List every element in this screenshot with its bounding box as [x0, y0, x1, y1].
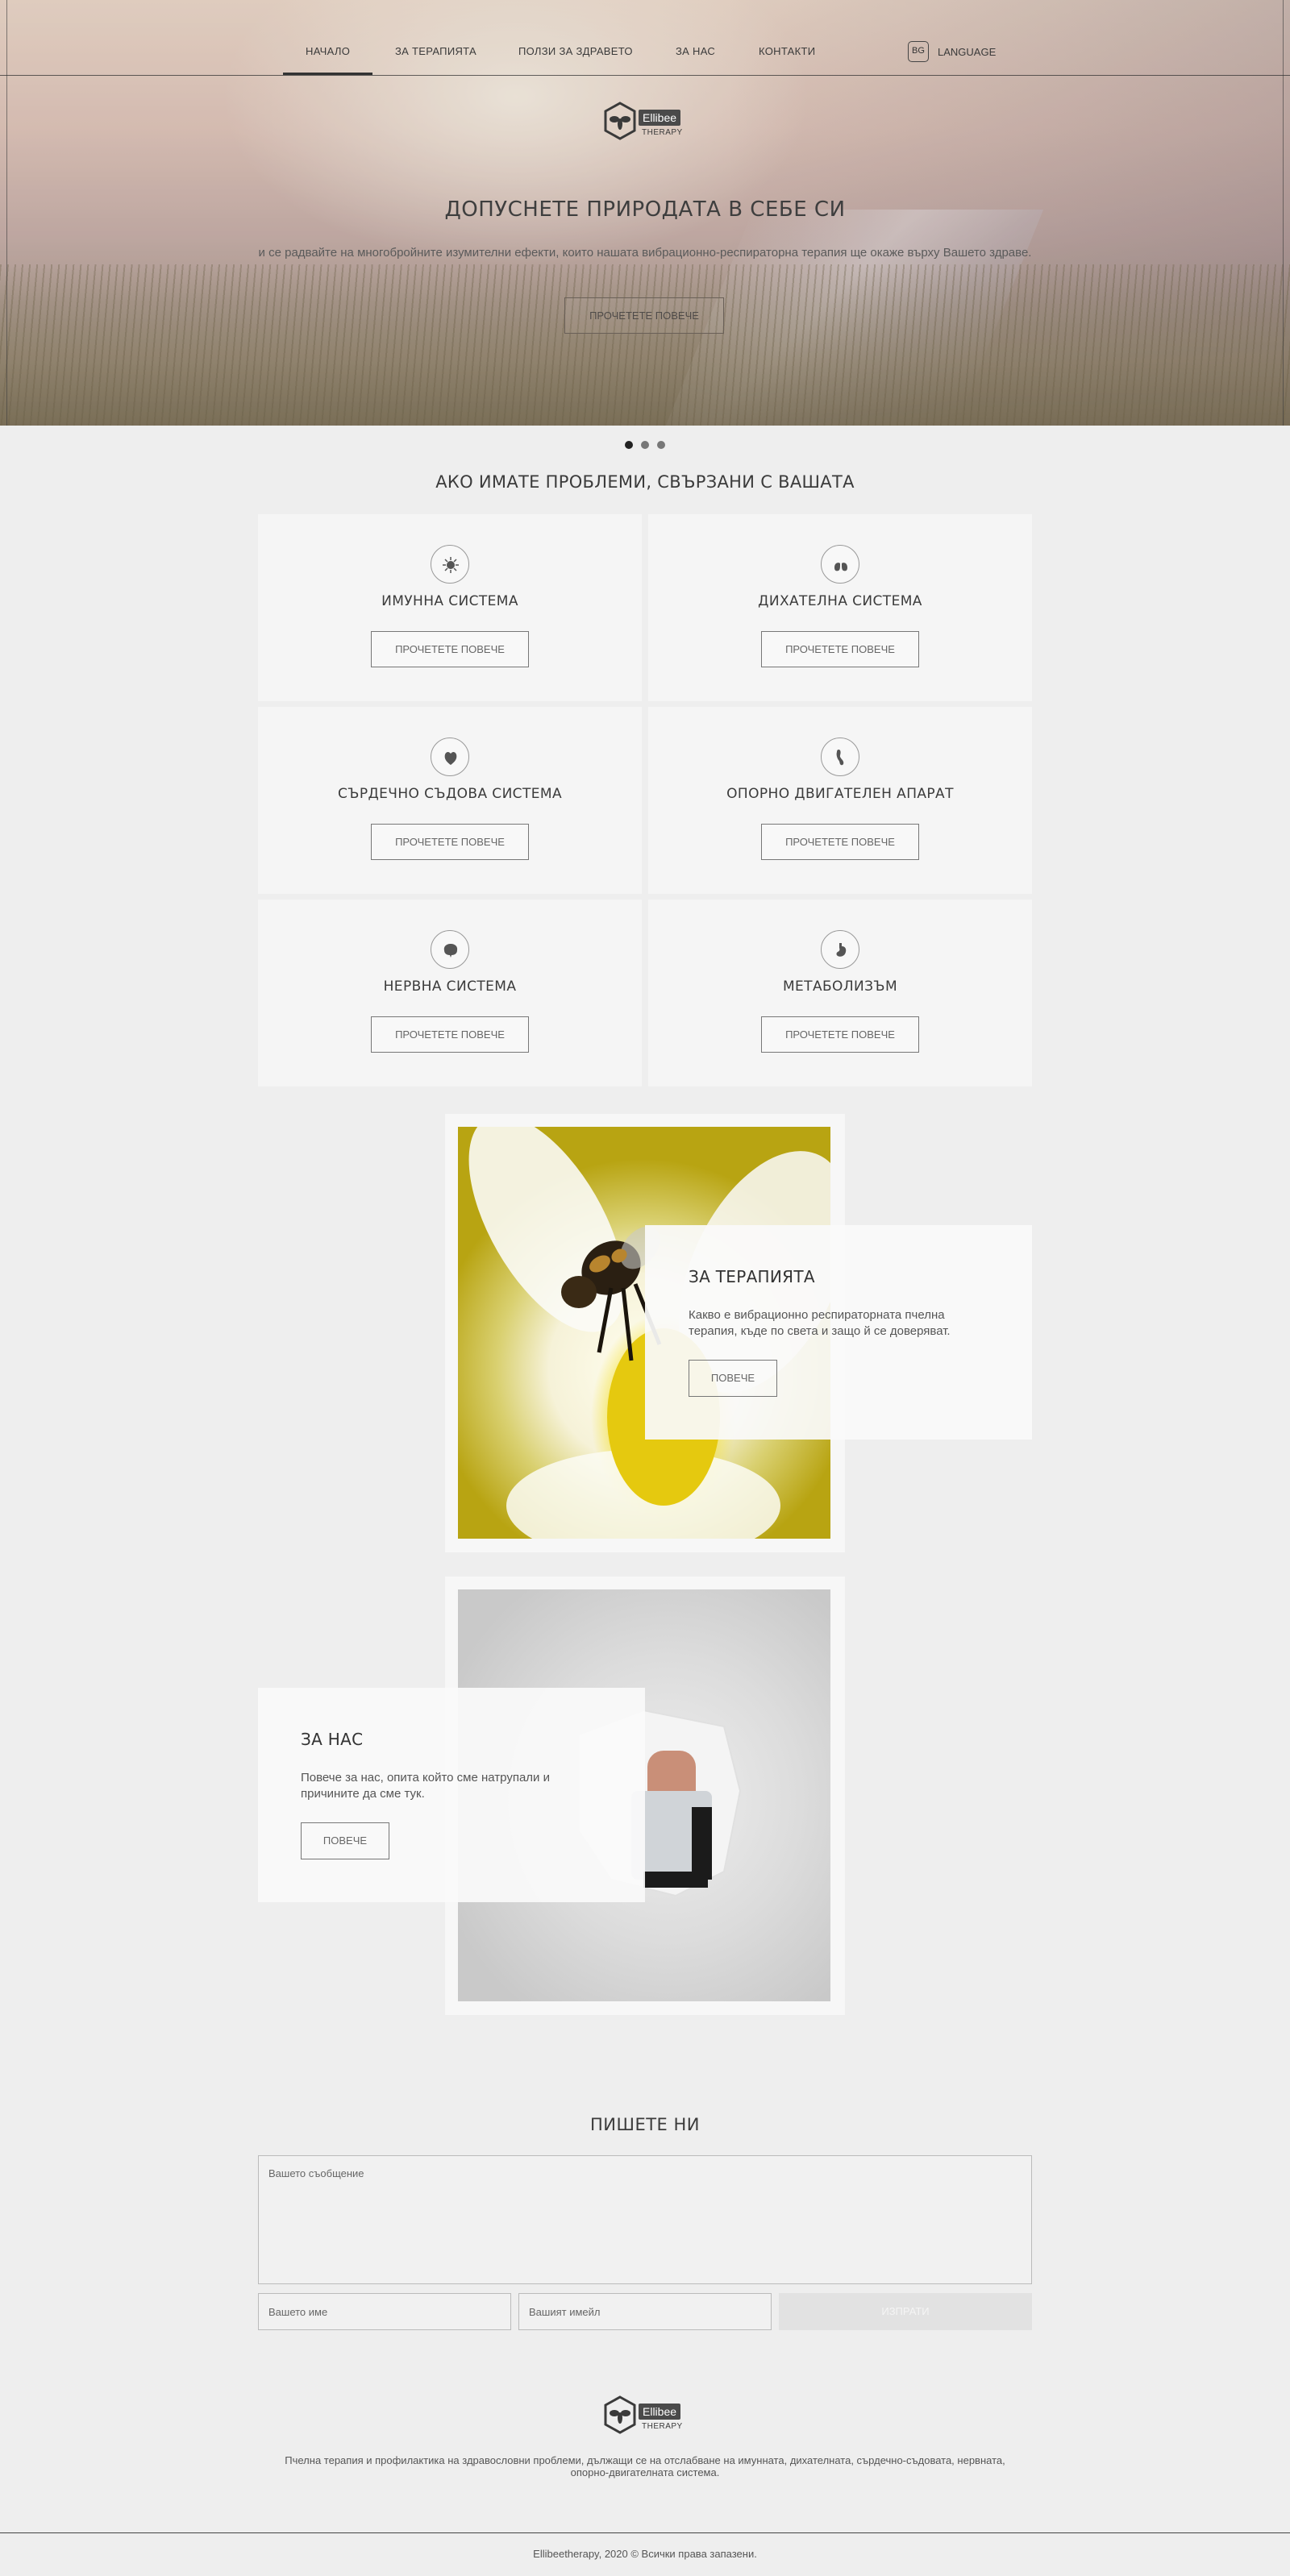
bone-icon: [821, 737, 859, 776]
email-field[interactable]: Вашият имейл: [518, 2293, 772, 2330]
name-field[interactable]: Вашето име: [258, 2293, 511, 2330]
hero-title: ДОПУСНЕТЕ ПРИРОДАТА В СЕБЕ СИ: [444, 197, 846, 222]
slider-dot-1[interactable]: [625, 441, 633, 449]
lungs-icon: [821, 545, 859, 584]
about-info-card: ЗА НАС Повече за нас, опита който сме на…: [258, 1688, 645, 1902]
card-read-more-button[interactable]: ПРОЧЕТЕТЕ ПОВЕЧЕ: [371, 824, 529, 860]
card-read-more-button[interactable]: ПРОЧЕТЕТЕ ПОВЕЧЕ: [371, 631, 529, 667]
therapy-title: ЗА ТЕРАПИЯТА: [689, 1267, 815, 1286]
slider-dot-2[interactable]: [641, 441, 649, 449]
card-title: ОПОРНО ДВИГАТЕЛЕН АПАРАТ: [726, 786, 954, 802]
name-placeholder: Вашето име: [268, 2306, 328, 2318]
card-title: НЕРВНА СИСТЕМА: [383, 978, 517, 995]
footer-description: Пчелна терапия и профилактика на здравос…: [285, 2454, 1005, 2478]
site-logo[interactable]: Ellibee THERAPY: [603, 100, 692, 143]
card-read-more-button[interactable]: ПРОЧЕТЕТЕ ПОВЕЧЕ: [761, 824, 919, 860]
send-button[interactable]: ИЗПРАТИ: [779, 2293, 1032, 2330]
card-read-more-button[interactable]: ПРОЧЕТЕТЕ ПОВЕЧЕ: [371, 1016, 529, 1053]
language-selector[interactable]: LANGUAGE: [938, 46, 996, 58]
card-nervous-system: НЕРВНА СИСТЕМА ПРОЧЕТЕТЕ ПОВЕЧЕ: [258, 900, 642, 1086]
message-textarea[interactable]: Вашето съобщение: [258, 2155, 1032, 2284]
language-badge[interactable]: BG: [908, 41, 929, 62]
problems-section-title: АКО ИМАТЕ ПРОБЛЕМИ, СВЪРЗАНИ С ВАШАТА: [435, 472, 855, 492]
brain-icon: [431, 930, 469, 969]
card-read-more-button[interactable]: ПРОЧЕТЕТЕ ПОВЕЧЕ: [761, 631, 919, 667]
bee-hexagon-icon: [604, 102, 636, 140]
contact-title: ПИШЕТЕ НИ: [590, 2115, 700, 2134]
card-respiratory-system: ДИХАТЕЛНА СИСТЕМА ПРОЧЕТЕТЕ ПОВЕЧЕ: [648, 514, 1032, 701]
bee-hexagon-icon: [604, 2395, 636, 2434]
nav-item-home[interactable]: НАЧАЛО: [282, 45, 373, 75]
about-title: ЗА НАС: [301, 1730, 364, 1749]
copyright-text: Ellibeetherapy, 2020 © Всички права запа…: [533, 2548, 757, 2560]
nav-item-about[interactable]: ЗА НАС: [676, 45, 715, 57]
card-title: ИМУННА СИСТЕМА: [381, 593, 518, 609]
message-placeholder: Вашето съобщение: [268, 2167, 364, 2179]
card-immune-system: ИМУННА СИСТЕМА ПРОЧЕТЕТЕ ПОВЕЧЕ: [258, 514, 642, 701]
logo-subtitle: THERAPY: [642, 2422, 683, 2431]
therapy-text: Какво е вибрационно респираторната пчелн…: [689, 1308, 951, 1338]
card-title: МЕТАБОЛИЗЪМ: [782, 978, 898, 995]
card-metabolism: МЕТАБОЛИЗЪМ ПРОЧЕТЕТЕ ПОВЕЧЕ: [648, 900, 1032, 1086]
about-text: Повече за нас, опита който сме натрупали…: [301, 1771, 550, 1801]
therapy-more-button[interactable]: ПОВЕЧЕ: [689, 1360, 777, 1397]
heart-icon: [431, 737, 469, 776]
about-more-button[interactable]: ПОВЕЧЕ: [301, 1822, 389, 1859]
hero-subtitle: и се радвайте на многобройните изумителн…: [258, 246, 1032, 260]
slider-dot-3[interactable]: [657, 441, 665, 449]
logo-wordmark: Ellibee: [639, 110, 681, 126]
card-cardiovascular-system: СЪРДЕЧНО СЪДОВА СИСТЕМА ПРОЧЕТЕТЕ ПОВЕЧЕ: [258, 707, 642, 894]
nav-divider: [0, 75, 1290, 76]
card-title: ДИХАТЕЛНА СИСТЕМА: [758, 593, 922, 609]
card-musculoskeletal-system: ОПОРНО ДВИГАТЕЛЕН АПАРАТ ПРОЧЕТЕТЕ ПОВЕЧ…: [648, 707, 1032, 894]
card-title: СЪРДЕЧНО СЪДОВА СИСТЕМА: [338, 786, 562, 802]
therapy-info-card: ЗА ТЕРАПИЯТА Какво е вибрационно респира…: [645, 1225, 1032, 1440]
stomach-icon: [821, 930, 859, 969]
nav-item-benefits[interactable]: ПОЛЗИ ЗА ЗДРАВЕТО: [518, 45, 633, 57]
email-placeholder: Вашият имейл: [529, 2306, 601, 2318]
footer-logo[interactable]: Ellibee THERAPY: [603, 2394, 692, 2437]
footer-divider: [0, 2532, 1290, 2533]
nav-item-contacts[interactable]: КОНТАКТИ: [759, 45, 815, 57]
logo-subtitle: THERAPY: [642, 128, 683, 137]
nav-item-therapy[interactable]: ЗА ТЕРАПИЯТА: [395, 45, 476, 57]
logo-wordmark: Ellibee: [639, 2404, 681, 2420]
hero-read-more-button[interactable]: ПРОЧЕТЕТЕ ПОВЕЧЕ: [564, 297, 724, 334]
virus-icon: [431, 545, 469, 584]
card-read-more-button[interactable]: ПРОЧЕТЕТЕ ПОВЕЧЕ: [761, 1016, 919, 1053]
